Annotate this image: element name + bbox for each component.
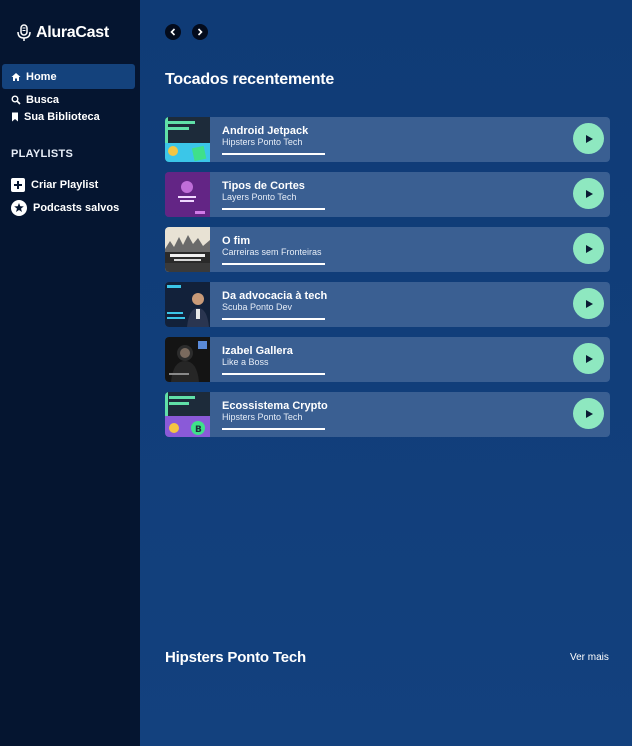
recently-played-title: Tocados recentemente [165,71,335,88]
play-icon [585,354,593,363]
episode-progress-bar [222,153,325,155]
microphone-icon [17,24,31,41]
nav-library[interactable]: Sua Biblioteca [2,110,135,124]
episode-card[interactable]: Tipos de Cortes Layers Ponto Tech [165,172,610,217]
episode-thumbnail: B [165,392,210,437]
nav-search[interactable]: Busca [2,93,135,107]
episode-progress-fill [222,373,325,375]
saved-podcasts-button[interactable]: Podcasts salvos [11,200,119,216]
episode-podcast: Hipsters Ponto Tech [222,412,303,422]
episode-title: Android Jetpack [222,125,309,137]
chevron-left-icon [170,28,176,36]
main-content: Tocados recentemente Android Jetpack Hip… [140,0,632,746]
episode-podcast: Like a Boss [222,357,269,367]
plus-square-icon [11,178,25,192]
episode-card[interactable]: Izabel Gallera Like a Boss [165,337,610,382]
episode-progress-bar [222,318,325,320]
episode-thumbnail [165,337,210,382]
episode-title: Da advocacia à tech [222,290,328,302]
episode-title: O fim [222,235,251,247]
app-logo[interactable]: AluraCast [16,24,109,42]
episode-progress-fill [222,208,325,210]
episode-list: Android Jetpack Hipsters Ponto Tech Tipo… [165,117,610,447]
home-icon [11,72,21,81]
episode-progress-bar [222,428,325,430]
see-more-link[interactable]: Ver mais [570,652,609,663]
star-circle-icon [11,200,27,216]
episode-progress-bar [222,373,325,375]
episode-card[interactable]: B Ecossistema Crypto Hipsters Ponto Tech [165,392,610,437]
play-icon [585,409,593,418]
episode-thumbnail [165,172,210,217]
play-button[interactable] [573,123,604,154]
nav-home[interactable]: Home [2,64,135,89]
episode-progress-fill [222,428,325,430]
play-icon [585,244,593,253]
play-button[interactable] [573,398,604,429]
saved-podcasts-label: Podcasts salvos [33,202,120,214]
episode-podcast: Carreiras sem Fronteiras [222,247,322,257]
play-button[interactable] [573,288,604,319]
svg-text:B: B [195,425,202,435]
bookmark-icon [12,112,18,122]
play-icon [585,299,593,308]
create-playlist-label: Criar Playlist [31,179,99,191]
episode-thumbnail [165,282,210,327]
episode-progress-fill [222,263,325,265]
app-title: AluraCast [36,24,109,41]
episode-card[interactable]: O fim Carreiras sem Fronteiras [165,227,610,272]
episode-title: Ecossistema Crypto [222,400,328,412]
episode-progress-fill [222,153,325,155]
episode-podcast: Hipsters Ponto Tech [222,137,303,147]
episode-thumbnail [165,227,210,272]
sidebar: AluraCast Home Busca Sua Biblioteca PLAY… [0,0,140,746]
create-playlist-button[interactable]: Criar Playlist [11,178,98,192]
forward-button[interactable] [192,24,208,40]
episode-progress-fill [222,318,325,320]
episode-progress-bar [222,208,325,210]
play-button[interactable] [573,178,604,209]
play-button[interactable] [573,233,604,264]
episode-podcast: Scuba Ponto Dev [222,302,293,312]
nav-library-label: Sua Biblioteca [24,111,100,123]
play-button[interactable] [573,343,604,374]
episode-thumbnail [165,117,210,162]
search-icon [11,95,21,105]
playlists-heading: PLAYLISTS [11,148,74,160]
episode-card[interactable]: Android Jetpack Hipsters Ponto Tech [165,117,610,162]
podcast-section-title: Hipsters Ponto Tech [165,649,306,666]
episode-podcast: Layers Ponto Tech [222,192,297,202]
play-icon [585,189,593,198]
play-icon [585,134,593,143]
episode-title: Izabel Gallera [222,345,293,357]
nav-search-label: Busca [26,94,60,106]
nav-home-label: Home [26,70,57,83]
episode-title: Tipos de Cortes [222,180,305,192]
episode-progress-bar [222,263,325,265]
back-button[interactable] [165,24,181,40]
chevron-right-icon [197,28,203,36]
episode-card[interactable]: Da advocacia à tech Scuba Ponto Dev [165,282,610,327]
